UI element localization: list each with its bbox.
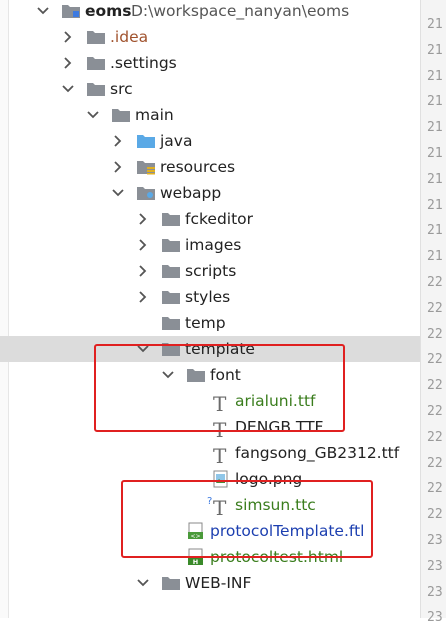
highlight-box-template xyxy=(94,344,345,432)
line-number: 22 xyxy=(427,481,443,497)
folder-icon xyxy=(86,28,106,46)
tree-row-label: scripts xyxy=(185,262,237,280)
chevron-down-icon[interactable] xyxy=(61,80,75,98)
tree-row[interactable]: eoms D:\workspace_nanyan\eoms xyxy=(0,0,420,24)
tree-row-label: eoms xyxy=(85,2,132,20)
line-number: 22 xyxy=(427,326,443,342)
tree-row[interactable]: Tfangsong_GB2312.ttf xyxy=(0,440,420,468)
highlight-box-files xyxy=(121,480,373,558)
web-folder-icon xyxy=(136,184,156,202)
chevron-right-icon[interactable] xyxy=(61,54,75,72)
tree-row-label: java xyxy=(160,132,193,150)
tree-row-label: src xyxy=(110,80,133,98)
tree-row[interactable]: temp xyxy=(0,310,420,336)
chevron-right-icon[interactable] xyxy=(111,132,125,150)
tree-row-label: temp xyxy=(185,314,226,332)
svg-text:H: H xyxy=(193,558,198,566)
tree-row-label: resources xyxy=(160,158,236,176)
tree-row[interactable]: .idea xyxy=(0,24,420,50)
line-number: 21 xyxy=(427,197,443,213)
line-number: 21 xyxy=(427,17,443,32)
font-file-icon: T xyxy=(213,444,227,468)
line-number: 23 xyxy=(427,558,443,574)
chevron-right-icon[interactable] xyxy=(136,236,150,254)
tree-row[interactable]: webapp xyxy=(0,180,420,206)
folder-icon xyxy=(161,236,181,254)
tree-row-label: main xyxy=(135,106,174,124)
tree-row-label: images xyxy=(185,236,242,254)
tree-row[interactable]: WEB-INF xyxy=(0,570,420,596)
chevron-down-icon[interactable] xyxy=(136,574,150,592)
line-number: 21 xyxy=(427,68,443,84)
line-number: 22 xyxy=(427,378,443,394)
tree-row-label: WEB-INF xyxy=(185,574,252,592)
chevron-down-icon[interactable] xyxy=(111,184,125,202)
line-number: 22 xyxy=(427,404,443,419)
chevron-right-icon[interactable] xyxy=(111,158,125,176)
tree-row[interactable]: scripts xyxy=(0,258,420,284)
tree-row[interactable]: fckeditor xyxy=(0,206,420,232)
line-number: 22 xyxy=(427,429,443,445)
chevron-right-icon[interactable] xyxy=(61,28,75,46)
line-number: 22 xyxy=(427,300,443,316)
tree-row-label: .idea xyxy=(110,28,149,46)
module-path-hint: D:\workspace_nanyan\eoms xyxy=(131,2,350,20)
tree-row[interactable]: resources xyxy=(0,154,420,180)
chevron-right-icon[interactable] xyxy=(136,288,150,306)
tree-row[interactable]: images xyxy=(0,232,420,258)
line-number: 22 xyxy=(427,352,443,368)
folder-icon xyxy=(161,574,181,592)
folder-icon xyxy=(161,314,181,332)
line-number: 21 xyxy=(427,223,443,239)
folder-icon xyxy=(86,80,106,98)
tree-row[interactable]: java xyxy=(0,128,420,154)
tree-row-label: .settings xyxy=(110,54,177,72)
tree-row-label: fangsong_GB2312.ttf xyxy=(235,444,400,462)
tree-row[interactable]: src xyxy=(0,76,420,102)
line-number: 21 xyxy=(427,94,443,110)
chevron-down-icon[interactable] xyxy=(86,106,100,124)
tree-row[interactable]: styles xyxy=(0,284,420,310)
tree-row-label: webapp xyxy=(160,184,222,202)
line-number: 23 xyxy=(427,584,443,600)
line-number: 21 xyxy=(427,120,443,136)
chevron-right-icon[interactable] xyxy=(136,262,150,280)
folder-icon xyxy=(111,106,131,124)
tree-row[interactable]: main xyxy=(0,102,420,128)
folder-icon xyxy=(161,210,181,228)
folder-icon xyxy=(86,54,106,72)
line-number: 21 xyxy=(427,249,443,265)
line-number: 22 xyxy=(427,275,443,290)
line-number: 23 xyxy=(427,533,443,548)
tree-row[interactable]: .settings xyxy=(0,50,420,76)
source-folder-icon xyxy=(136,132,156,150)
line-number: 21 xyxy=(427,42,443,58)
chevron-right-icon[interactable] xyxy=(136,210,150,228)
chevron-down-icon[interactable] xyxy=(36,2,50,20)
line-number: 21 xyxy=(427,146,443,161)
folder-icon xyxy=(161,288,181,306)
line-number: 23 xyxy=(427,610,443,626)
tree-row-label: fckeditor xyxy=(185,210,254,228)
module-icon xyxy=(61,2,81,20)
tree-row-label: styles xyxy=(185,288,231,306)
line-number: 22 xyxy=(427,507,443,523)
resources-folder-icon xyxy=(136,158,156,176)
line-number: 21 xyxy=(427,171,443,187)
line-number: 22 xyxy=(427,455,443,471)
editor-line-gutter: 21 21 21 21 21 21 21 21 21 21 22 22 22 22 22 22 22 22 22 22… xyxy=(420,0,446,625)
folder-icon xyxy=(161,262,181,280)
